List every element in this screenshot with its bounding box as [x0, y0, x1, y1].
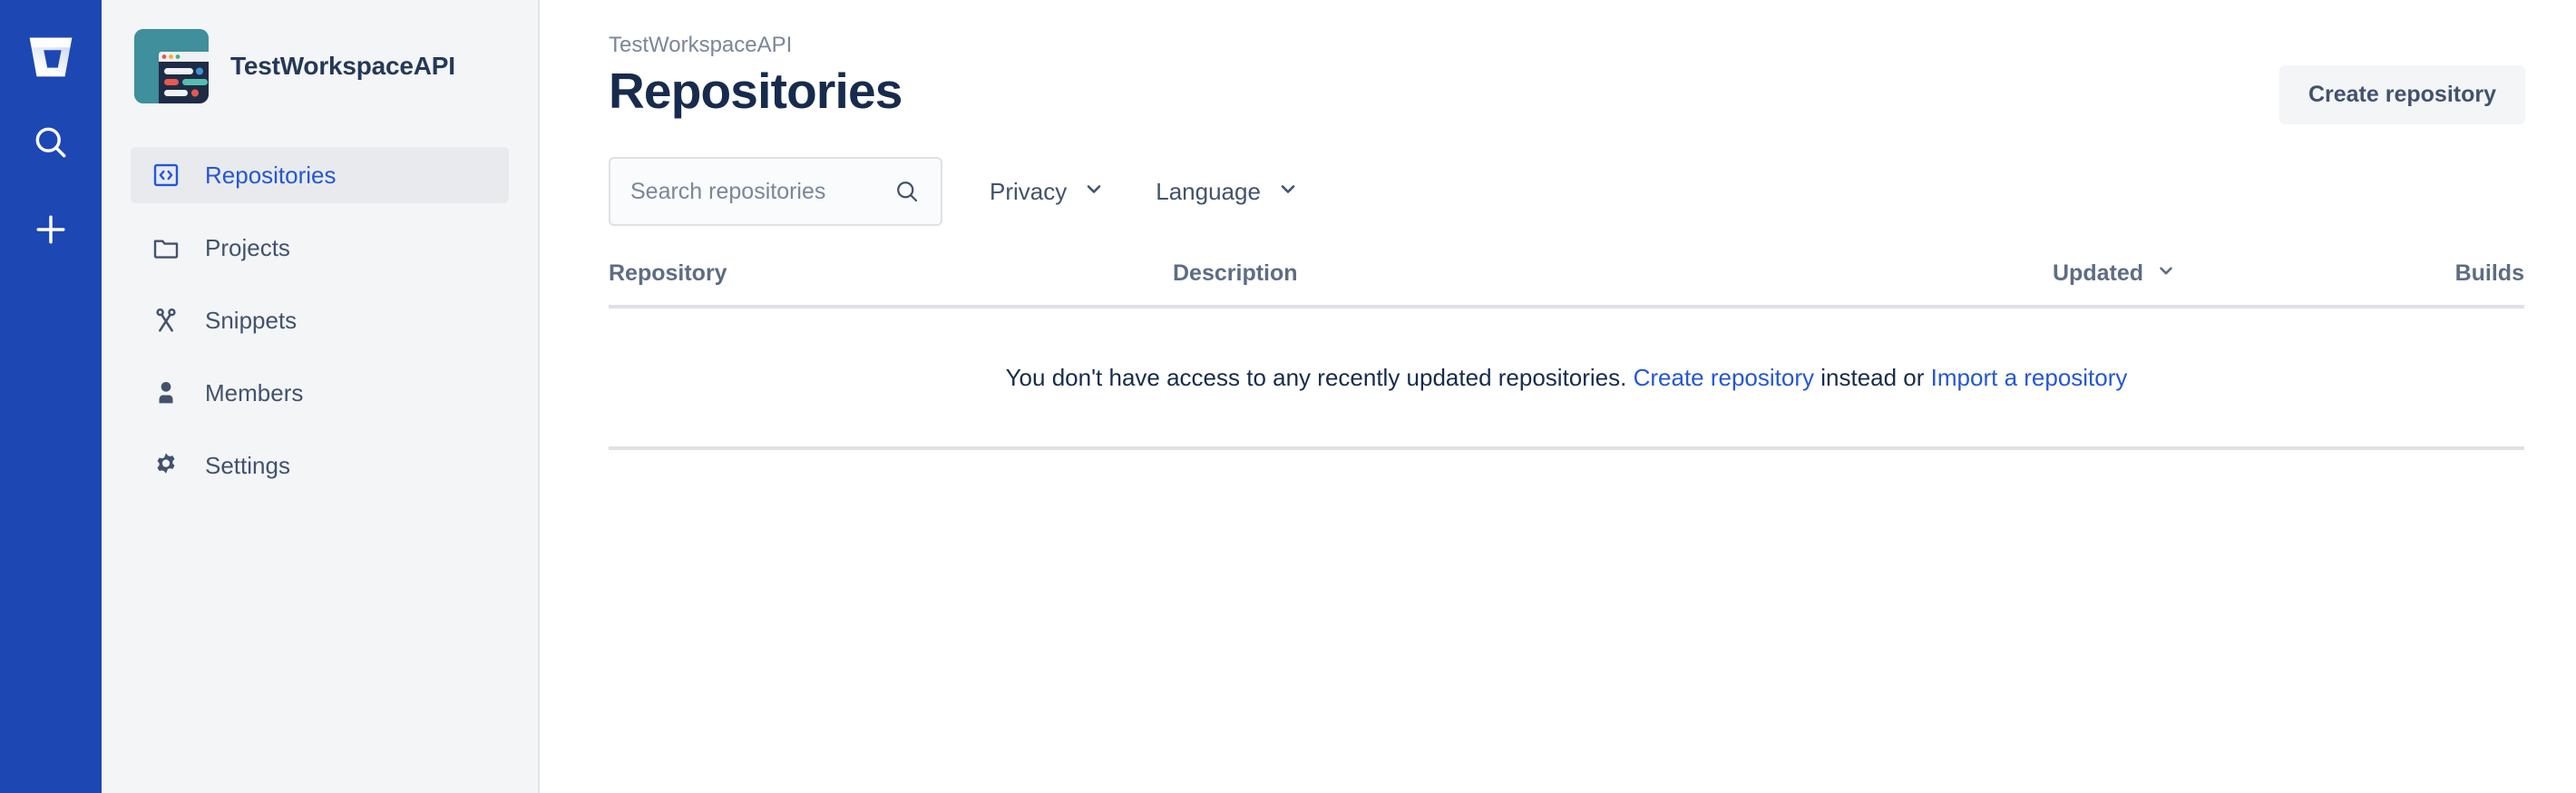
scissors-icon	[151, 305, 181, 336]
code-brackets-icon	[151, 160, 181, 191]
empty-state-message: You don't have access to any recently up…	[1006, 364, 2128, 392]
workspace-nav: Repositories Projects	[102, 147, 538, 494]
sidebar-item-label: Members	[205, 379, 303, 407]
language-filter-dropdown[interactable]: Language	[1152, 171, 1303, 213]
workspace-sidebar: TestWorkspaceAPI Repositories	[102, 0, 540, 793]
sidebar-item-snippets[interactable]: Snippets	[131, 292, 509, 348]
sidebar-item-projects[interactable]: Projects	[131, 220, 509, 276]
column-header-description: Description	[1173, 260, 2053, 287]
chevron-down-icon	[2156, 260, 2176, 287]
page-title: Repositories	[609, 62, 903, 121]
page-header-text: TestWorkspaceAPI Repositories	[609, 33, 903, 121]
workspace-header[interactable]: TestWorkspaceAPI	[102, 0, 538, 103]
chevron-down-icon	[1083, 178, 1105, 206]
import-repository-link[interactable]: Import a repository	[1931, 364, 2128, 391]
sidebar-item-settings[interactable]: Settings	[131, 437, 509, 494]
bitbucket-workspace-page: TestWorkspaceAPI Repositories	[0, 0, 2576, 793]
sidebar-item-label: Projects	[205, 234, 290, 262]
sidebar-item-repositories[interactable]: Repositories	[131, 147, 509, 203]
bitbucket-logo-icon[interactable]	[19, 24, 83, 87]
sidebar-item-label: Repositories	[205, 162, 337, 190]
empty-state-text-before: You don't have access to any recently up…	[1006, 364, 1634, 391]
privacy-filter-dropdown[interactable]: Privacy	[986, 171, 1108, 213]
column-header-repository: Repository	[609, 260, 1173, 287]
language-filter-label: Language	[1156, 178, 1261, 206]
filter-bar: Privacy Language	[609, 157, 2576, 226]
chevron-down-icon	[1277, 178, 1299, 206]
page-header: TestWorkspaceAPI Repositories Create rep…	[609, 33, 2576, 124]
column-header-updated-label: Updated	[2053, 260, 2143, 287]
gear-icon	[151, 450, 181, 481]
empty-state-row: You don't have access to any recently up…	[609, 308, 2524, 450]
workspace-avatar-icon	[134, 29, 209, 103]
repositories-table: Repository Description Updated Builds Yo…	[609, 260, 2524, 450]
workspace-name: TestWorkspaceAPI	[230, 52, 455, 81]
sidebar-item-label: Snippets	[205, 307, 297, 335]
sidebar-item-label: Settings	[205, 452, 290, 480]
breadcrumb[interactable]: TestWorkspaceAPI	[609, 33, 903, 58]
search-icon	[893, 178, 921, 205]
privacy-filter-label: Privacy	[990, 178, 1067, 206]
folder-icon	[151, 232, 181, 263]
empty-state-text-middle: instead or	[1814, 364, 1931, 391]
search-repositories-field[interactable]	[609, 157, 942, 226]
global-search-button[interactable]	[19, 111, 83, 174]
search-input[interactable]	[630, 179, 886, 205]
create-repository-button[interactable]: Create repository	[2279, 65, 2525, 124]
global-nav-rail	[0, 0, 102, 793]
main-content: TestWorkspaceAPI Repositories Create rep…	[540, 0, 2576, 793]
column-header-builds: Builds	[2388, 260, 2524, 287]
sidebar-item-members[interactable]: Members	[131, 365, 509, 421]
person-icon	[151, 377, 181, 408]
column-header-updated[interactable]: Updated	[2053, 260, 2388, 287]
table-header-row: Repository Description Updated Builds	[609, 260, 2524, 308]
create-button[interactable]	[19, 198, 83, 261]
create-repository-link[interactable]: Create repository	[1634, 364, 1814, 391]
